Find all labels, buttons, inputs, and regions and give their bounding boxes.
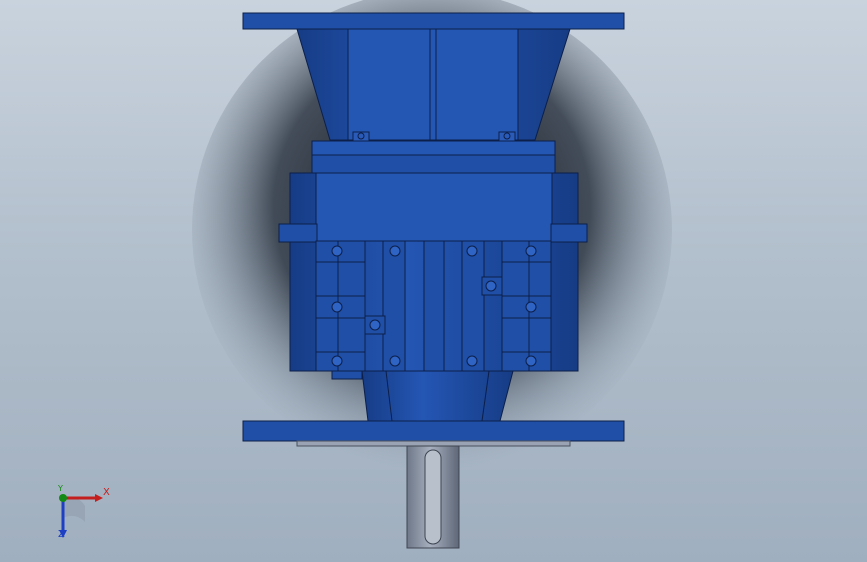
coupling-housing [347,28,519,141]
bottom-flange[interactable] [242,420,625,442]
y-axis-label: Y [58,484,63,493]
output-taper[interactable] [361,370,514,422]
adapter-bolt-right [498,131,516,142]
top-flange[interactable] [242,12,625,30]
flange-spigot [296,440,571,447]
upper-collar-lower [311,154,556,174]
x-axis-label: X [103,487,110,498]
adapter-bolt-left [352,131,370,142]
mount-ear-left [278,223,318,243]
upper-collar[interactable] [311,140,556,156]
mount-ear-right [550,223,588,243]
shaft-keyway [424,449,442,545]
z-axis-label: Z [58,529,65,540]
cad-viewport[interactable]: X Y Z [0,0,867,562]
gearbox-model[interactable] [0,0,867,562]
y-axis-dot [59,494,67,502]
